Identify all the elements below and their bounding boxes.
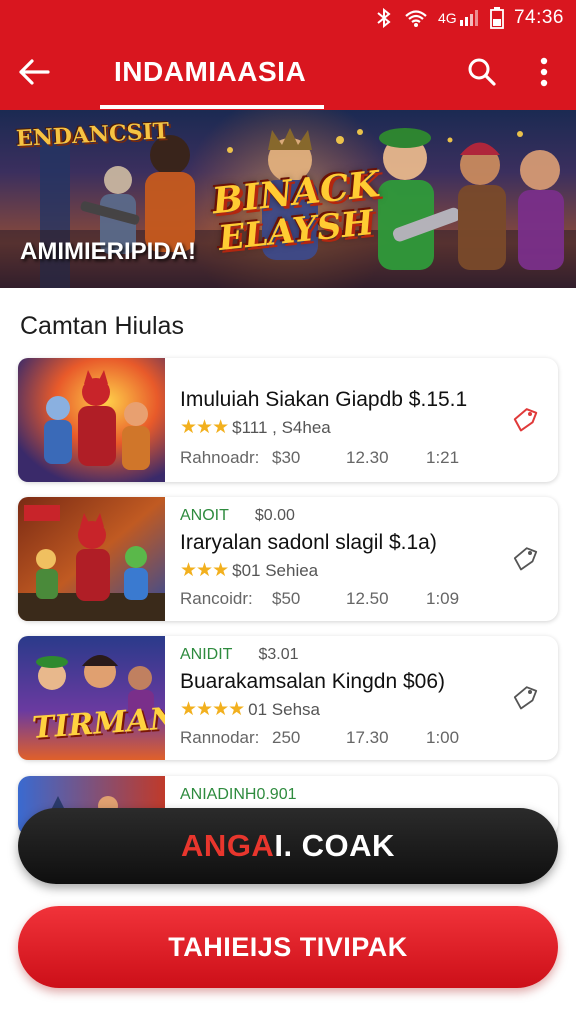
signal-icon: 4G [438, 8, 480, 28]
game-meta: ANIDIT $3.01 [180, 646, 299, 664]
app-bar: INDAMIAASIA [0, 38, 576, 109]
game-list-item[interactable]: ANOIT $0.00 Iraryalan sadonl slagil $.1a… [18, 497, 558, 621]
game-thumbnail [18, 358, 165, 482]
star-rating-icon: ★★★ [180, 560, 229, 581]
game-thumbnail [18, 497, 165, 621]
game-list-item[interactable]: Imuluiah Siakan Giapdb $.15.1 ★★★ $111 ,… [18, 358, 558, 482]
game-rating: ★★★ $01 Sehiea [180, 559, 318, 582]
game-rating: ★★★★ 01 Sehsa [180, 698, 320, 721]
banner-game-logo: BINACK ELAYSH [210, 163, 382, 259]
svg-text:4G: 4G [438, 10, 457, 26]
game-meta: ANIADINH0.901 [180, 786, 297, 804]
tag-button[interactable] [508, 680, 542, 714]
game-meta: ANOIT $0.00 [180, 507, 295, 525]
more-vertical-icon [540, 57, 548, 87]
back-button[interactable] [14, 52, 54, 92]
stat-price: $30 [272, 448, 301, 467]
stat-time: 1:09 [426, 589, 460, 608]
stat-price: 250 [272, 728, 301, 747]
status-time: 74:36 [513, 7, 564, 28]
featured-banner[interactable]: ENDANCSIT BINACK ELAYSH AMIMIERIPIDA! [0, 110, 576, 288]
bluetooth-icon [374, 8, 394, 28]
stat-value: 17.30 [346, 728, 389, 747]
banner-caption: AMIMIERIPIDA! [20, 238, 196, 265]
primary-action-button[interactable]: ANGA I. COAK [18, 808, 558, 884]
platform-label: ANIDIT [180, 646, 233, 663]
game-thumbnail: TIRMAN [18, 636, 165, 760]
stats-label: Rahnoadr: [180, 448, 260, 467]
secondary-action-button[interactable]: TAHIEIJS TIVIPAK [18, 906, 558, 988]
platform-label: ANOIT [180, 507, 229, 524]
rating-text: $01 Sehiea [232, 560, 319, 580]
stats-label: Rancoidr: [180, 589, 253, 608]
tag-icon [513, 408, 538, 432]
stat-value: 12.50 [346, 589, 389, 608]
search-button[interactable] [462, 52, 502, 92]
search-icon [468, 58, 496, 86]
platform-label: ANIADINH0.901 [180, 786, 297, 803]
rating-text: $111 , S4hea [232, 417, 331, 437]
rating-text: 01 Sehsa [248, 699, 320, 719]
stat-price: $50 [272, 589, 301, 608]
game-title: Iraryalan sadonl slagil $.1a) [180, 531, 437, 554]
top-app-bar: 4G 74:36 INDAMIAASIA [0, 0, 576, 110]
game-list-item[interactable]: TIRMAN ANIDIT $3.01 Buarakamsalan Kingdn… [18, 636, 558, 760]
more-options-button[interactable] [526, 52, 562, 92]
tag-button[interactable] [508, 402, 542, 436]
star-rating-icon: ★★★ [180, 417, 229, 438]
tag-icon [513, 686, 538, 710]
stats-label: Rannodar: [180, 728, 260, 747]
status-bar: 4G 74:36 [374, 6, 564, 30]
primary-action-label-part2: I. COAK [274, 828, 395, 863]
stat-value: 12.30 [346, 448, 389, 467]
app-title: INDAMIAASIA [114, 56, 307, 87]
tag-icon [513, 547, 538, 571]
star-rating-icon: ★★★★ [180, 699, 245, 720]
price-label: $3.01 [258, 646, 299, 663]
game-rating: ★★★ $111 , S4hea [180, 416, 331, 439]
battery-icon [490, 7, 504, 29]
primary-action-label-part1: ANGA [181, 828, 275, 863]
stat-time: 1:00 [426, 728, 460, 747]
tab-indicator [100, 105, 324, 109]
arrow-left-icon [19, 59, 50, 85]
stat-time: 1:21 [426, 448, 460, 467]
tag-button[interactable] [508, 541, 542, 575]
section-title: Camtan Hiulas [20, 312, 184, 340]
game-title: Buarakamsalan Kingdn $06) [180, 670, 446, 693]
wifi-icon [404, 8, 428, 28]
price-label: $0.00 [254, 507, 295, 524]
game-title: Imuluiah Siakan Giapdb $.15.1 [180, 388, 468, 411]
